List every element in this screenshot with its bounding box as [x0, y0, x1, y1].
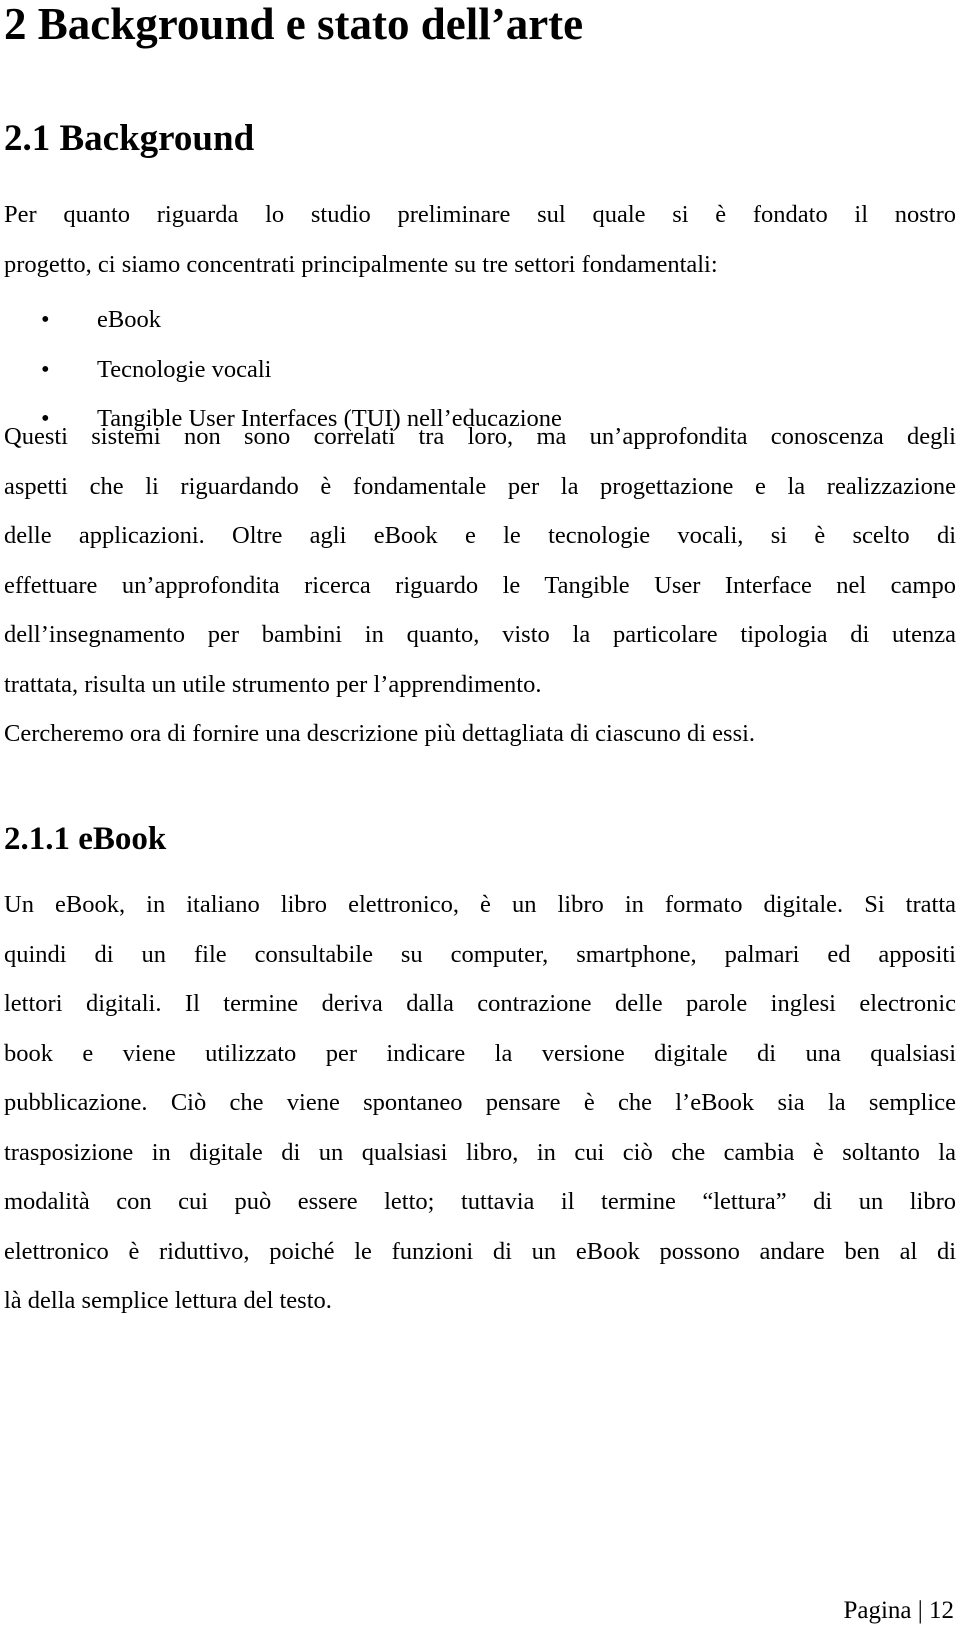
page-number: Pagina | 12 — [843, 1597, 954, 1624]
text-line: delle applicazioni. Oltre agli eBook e l… — [4, 522, 956, 549]
list-item: • Tecnologie vocali — [0, 345, 562, 395]
text-line: là della semplice lettura del testo. — [4, 1287, 332, 1314]
section-title: 2.1 Background — [4, 118, 255, 159]
text-line: lettori digitali. Il termine deriva dall… — [4, 990, 956, 1017]
text-line: modalità con cui può essere letto; tutta… — [4, 1188, 956, 1215]
text-line: Per quanto riguarda lo studio preliminar… — [4, 201, 956, 228]
list-item-text: Tecnologie vocali — [97, 355, 272, 383]
list-item-text: eBook — [97, 306, 161, 333]
bullet-icon: • — [41, 306, 50, 333]
text-line: Cercheremo ora di fornire una descrizion… — [4, 720, 756, 747]
chapter-title: 2 Background e stato dell’arte — [4, 0, 584, 49]
bullet-icon: • — [41, 355, 50, 383]
text-line: elettronico è riduttivo, poiché le funzi… — [4, 1237, 956, 1265]
text-line: progetto, ci siamo concentrati principal… — [4, 250, 718, 278]
text-line: trattata, risulta un utile strumento per… — [4, 670, 542, 698]
text-line: Questi sistemi non sono correlati tra lo… — [4, 423, 956, 450]
list-item: • eBook — [0, 295, 562, 345]
body-paragraph: Questi sistemi non sono correlati tra lo… — [4, 412, 956, 759]
text-line: trasposizione in digitale di un qualsias… — [4, 1138, 956, 1166]
ebook-paragraph: Un eBook, in italiano libro elettronico,… — [4, 880, 956, 1326]
subsection-title: 2.1.1 eBook — [4, 821, 167, 857]
text-line: dell’insegnamento per bambini in quanto,… — [4, 621, 956, 648]
text-line: pubblicazione. Ciò che viene spontaneo p… — [4, 1089, 956, 1116]
intro-paragraph: Per quanto riguarda lo studio preliminar… — [4, 190, 956, 289]
text-line: book e viene utilizzato per indicare la … — [4, 1039, 956, 1067]
text-line: effettuare un’approfondita ricerca rigua… — [4, 571, 956, 599]
text-line: Un eBook, in italiano libro elettronico,… — [4, 891, 956, 918]
text-line: quindi di un file consultabile su comput… — [4, 940, 956, 968]
text-line: aspetti che li riguardando è fondamental… — [4, 472, 956, 500]
